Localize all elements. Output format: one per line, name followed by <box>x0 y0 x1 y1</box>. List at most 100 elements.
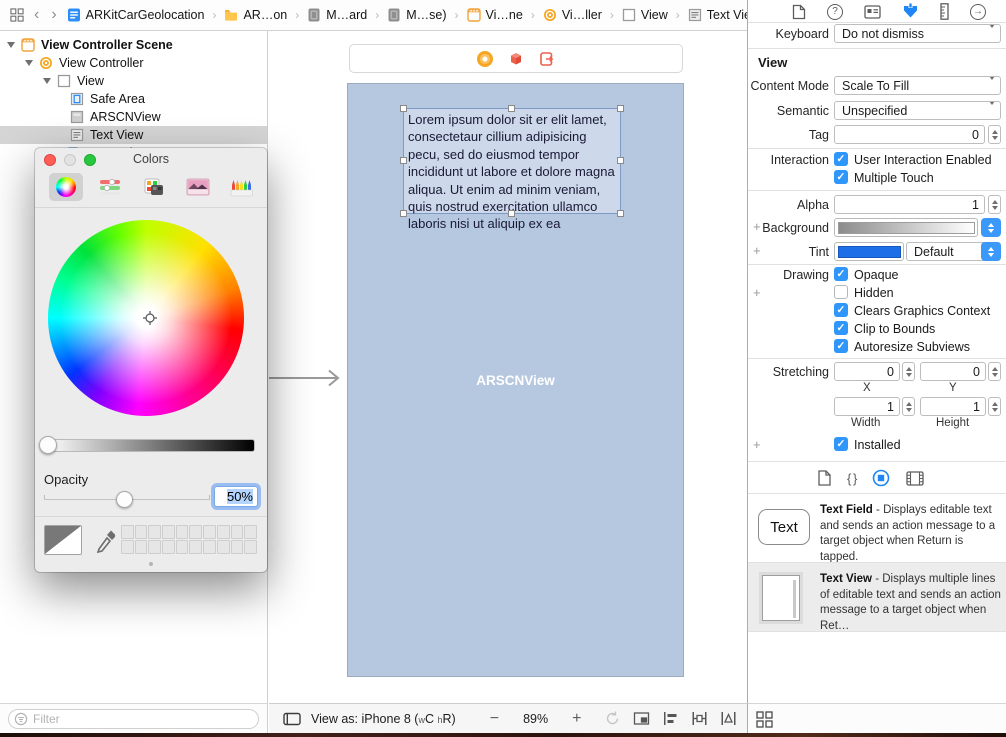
color-wheel-tab[interactable] <box>49 173 83 201</box>
stretching-x-field[interactable]: 0 <box>834 362 900 381</box>
breadcrumb-folder[interactable]: AR…on <box>224 8 287 22</box>
identity-inspector-icon[interactable] <box>864 5 881 19</box>
brightness-slider-thumb[interactable] <box>39 436 57 454</box>
zoom-level[interactable]: 89% <box>523 712 548 726</box>
tag-stepper[interactable] <box>988 125 1001 144</box>
view-as-label[interactable]: View as: iPhone 8 ( <box>311 712 418 726</box>
panel-resize-handle[interactable] <box>149 562 153 566</box>
view-controller-dock-icon[interactable] <box>477 51 493 67</box>
swatch-cell[interactable] <box>189 540 202 554</box>
breadcrumb-view-controller[interactable]: Vi…ller <box>543 8 602 22</box>
brightness-slider[interactable] <box>45 439 255 452</box>
resize-handle[interactable] <box>400 105 407 112</box>
tag-field[interactable]: 0 <box>834 125 985 144</box>
breadcrumb-scene[interactable]: Vi…ne <box>467 8 523 22</box>
stretching-width-field[interactable]: 1 <box>834 397 900 416</box>
disclosure-triangle-icon[interactable] <box>25 60 33 66</box>
zoom-in-button[interactable]: + <box>572 710 581 728</box>
breadcrumb-storyboard-base[interactable]: M…se) <box>387 8 446 22</box>
swatch-cell[interactable] <box>135 525 148 539</box>
hidden-keyframe-plus[interactable]: + <box>753 285 761 300</box>
content-mode-popup[interactable]: Scale To Fill <box>834 76 1001 95</box>
autoresize-checkbox[interactable] <box>834 339 848 353</box>
hidden-checkbox[interactable] <box>834 285 848 299</box>
resolve-autolayout-icon[interactable] <box>720 710 737 727</box>
swatch-cell[interactable] <box>148 525 161 539</box>
object-library-icon[interactable] <box>872 469 890 487</box>
resize-handle[interactable] <box>508 210 515 217</box>
installed-keyframe-plus[interactable]: + <box>753 437 761 452</box>
disclosure-triangle-icon[interactable] <box>7 42 15 48</box>
file-inspector-icon[interactable] <box>792 4 806 20</box>
media-library-icon[interactable] <box>906 471 924 486</box>
resize-handle[interactable] <box>617 105 624 112</box>
swatch-cell[interactable] <box>148 540 161 554</box>
breadcrumb-view[interactable]: View <box>622 8 668 22</box>
text-view-on-canvas[interactable]: Lorem ipsum dolor sit er elit lamet, con… <box>403 108 621 214</box>
opacity-value-field[interactable]: 50% <box>214 486 258 507</box>
swatch-cell[interactable] <box>176 540 189 554</box>
resize-handle[interactable] <box>400 157 407 164</box>
keyboard-popup[interactable]: Do not dismiss <box>834 24 1001 43</box>
swatch-cell[interactable] <box>189 525 202 539</box>
device-configuration-icon[interactable] <box>283 712 301 726</box>
outline-row-safe-area[interactable]: Safe Area <box>0 90 267 108</box>
file-template-library-icon[interactable] <box>818 470 831 486</box>
outline-row-view-controller[interactable]: View Controller <box>0 54 267 72</box>
opacity-slider-thumb[interactable] <box>116 491 133 508</box>
resize-handle[interactable] <box>400 210 407 217</box>
device-canvas[interactable]: Lorem ipsum dolor sit er elit lamet, con… <box>347 83 684 677</box>
background-color-well[interactable] <box>834 218 978 237</box>
swatch-cell[interactable] <box>244 540 257 554</box>
add-constraints-icon[interactable] <box>691 710 708 727</box>
outline-row-scene[interactable]: View Controller Scene <box>0 36 267 54</box>
embed-in-stack-icon[interactable] <box>633 710 650 727</box>
clears-graphics-checkbox[interactable] <box>834 303 848 317</box>
swatch-cell[interactable] <box>231 525 244 539</box>
quick-help-inspector-icon[interactable]: ? <box>827 4 843 20</box>
breadcrumb-project[interactable]: ARKitCarGeolocation <box>67 8 205 22</box>
outline-row-arscnview[interactable]: ARSCNView <box>0 108 267 126</box>
disclosure-triangle-icon[interactable] <box>43 78 51 84</box>
swatch-cell[interactable] <box>203 525 216 539</box>
color-palettes-tab[interactable] <box>137 173 171 201</box>
connections-inspector-icon[interactable]: → <box>970 4 986 20</box>
tint-color-well[interactable] <box>834 242 904 261</box>
alpha-field[interactable]: 1 <box>834 195 985 214</box>
close-window-button[interactable] <box>44 154 56 166</box>
stretching-height-stepper[interactable] <box>988 397 1001 416</box>
stretching-height-field[interactable]: 1 <box>920 397 986 416</box>
size-inspector-icon[interactable] <box>940 3 949 20</box>
clip-to-bounds-checkbox[interactable] <box>834 321 848 335</box>
multiple-touch-checkbox[interactable] <box>834 170 848 184</box>
resize-handle[interactable] <box>617 210 624 217</box>
forward-chevron-icon[interactable]: › <box>49 8 58 22</box>
color-wheel-crosshair[interactable] <box>143 311 157 325</box>
opaque-checkbox[interactable] <box>834 267 848 281</box>
stretching-x-stepper[interactable] <box>902 362 915 381</box>
colors-titlebar[interactable]: Colors <box>35 148 267 170</box>
library-grid-toggle-icon[interactable] <box>756 711 773 728</box>
library-item-text-view[interactable]: Text View - Displays multiple lines of e… <box>748 563 1006 631</box>
library-item-text-field[interactable]: Text Text Field - Displays editable text… <box>748 494 1006 562</box>
installed-checkbox[interactable] <box>834 437 848 451</box>
breadcrumb-storyboard[interactable]: M…ard <box>307 8 367 22</box>
image-palettes-tab[interactable] <box>181 173 215 201</box>
semantic-popup[interactable]: Unspecified <box>834 101 1001 120</box>
update-frames-icon[interactable] <box>604 710 621 727</box>
swatch-cell[interactable] <box>176 525 189 539</box>
current-color-well[interactable] <box>44 525 82 555</box>
swatch-cell[interactable] <box>121 540 134 554</box>
swatch-cell[interactable] <box>203 540 216 554</box>
stretching-y-field[interactable]: 0 <box>920 362 986 381</box>
swatch-cell[interactable] <box>135 540 148 554</box>
swatch-cell[interactable] <box>231 540 244 554</box>
pencils-tab[interactable] <box>225 173 259 201</box>
swatch-cell[interactable] <box>244 525 257 539</box>
swatch-cell[interactable] <box>217 540 230 554</box>
back-chevron-icon[interactable]: ‹ <box>32 8 41 22</box>
outline-row-text-view[interactable]: Text View <box>0 126 267 144</box>
attributes-inspector-icon[interactable] <box>902 3 919 20</box>
stretching-width-stepper[interactable] <box>902 397 915 416</box>
zoom-window-button[interactable] <box>84 154 96 166</box>
